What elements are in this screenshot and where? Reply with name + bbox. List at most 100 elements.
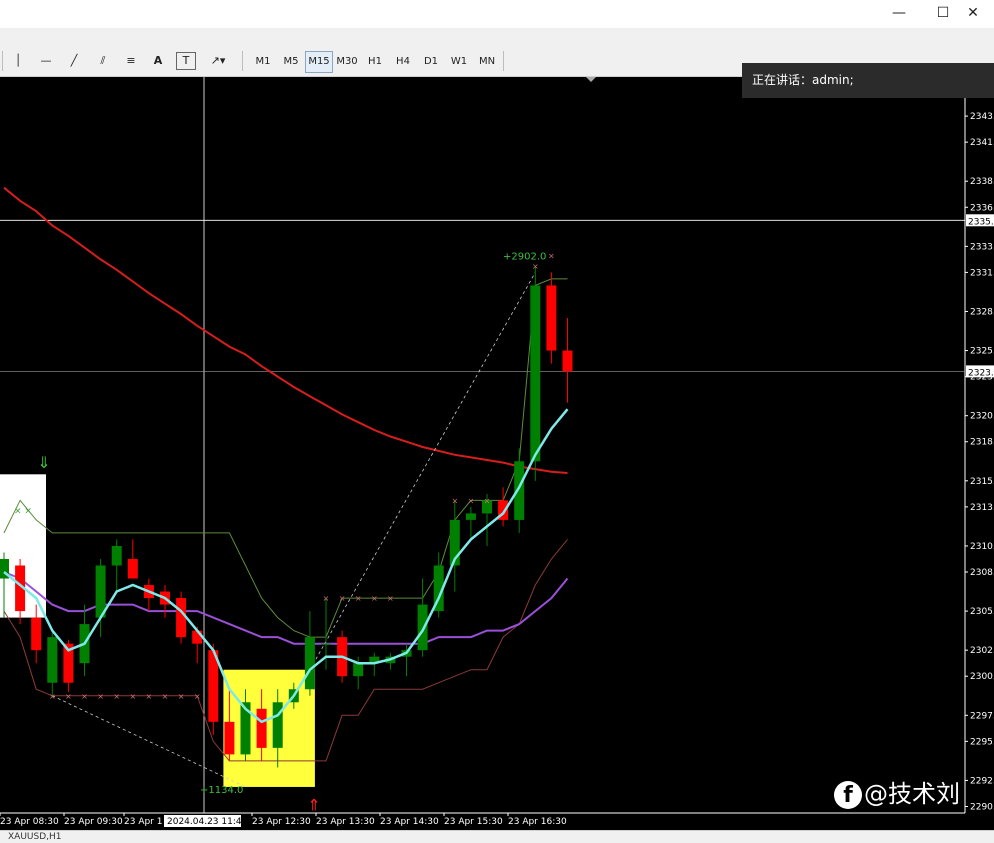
price-tick-label: 2313.	[970, 503, 994, 513]
price-tick-label: 2343.	[970, 112, 994, 122]
candle-body	[256, 708, 267, 748]
stop-marker: ×	[162, 692, 169, 701]
highlight-box	[223, 669, 315, 787]
timeframe-m5[interactable]: M5	[277, 51, 305, 73]
stop-marker: ×	[81, 692, 88, 701]
candle-body	[127, 558, 138, 579]
price-tick-label: 2320.	[970, 412, 994, 422]
candle-body	[31, 617, 42, 651]
speaking-popup: 正在讲话：admin;	[742, 63, 994, 98]
price-tick-label: 2290.	[970, 802, 994, 812]
profit-label: +2902.0	[503, 251, 546, 262]
toolbar-separator	[2, 51, 3, 71]
entry-marker: × ×	[14, 506, 32, 516]
band-upper-line	[3, 278, 568, 638]
facebook-logo-icon: f	[834, 781, 862, 809]
time-tick-label: 23 Apr 15:30	[444, 817, 503, 827]
price-tick-label: 2338.	[970, 177, 994, 187]
stop-marker: ×	[339, 594, 346, 603]
chart-tab-label[interactable]: XAUUSD,H1	[8, 831, 62, 843]
price-tick-label: 2305.	[970, 607, 994, 617]
time-tick-label: 23 Apr 08:30	[0, 817, 59, 827]
time-tick-label: 23 Apr 14:30	[380, 817, 439, 827]
vertical-line-icon[interactable]: │	[10, 50, 26, 72]
stop-marker: ×	[146, 692, 153, 701]
time-tick-label: 23 Apr 12:30	[252, 817, 311, 827]
buy-arrow-icon: ⇑	[307, 795, 320, 814]
candle-body	[192, 630, 203, 644]
chart-canvas[interactable]: × × × × × × × × × × × × × × × × × × × × × × ⇓ ⇑ +2902.0 +1134.0 2…	[0, 77, 994, 830]
timeframe-h4[interactable]: H4	[389, 51, 417, 73]
watermark-text: @技术刘	[864, 780, 960, 808]
price-tick-label: 2297.	[970, 711, 994, 721]
stop-marker: ×	[532, 262, 539, 271]
price-tick-label: 2318.	[970, 438, 994, 448]
chart-shift-marker-icon	[586, 77, 596, 82]
trendline-icon[interactable]: ╱	[64, 50, 84, 72]
stop-marker: ×	[371, 594, 378, 603]
stop-marker: ×	[355, 594, 362, 603]
timeframe-d1[interactable]: D1	[417, 51, 445, 73]
timeframe-h1[interactable]: H1	[361, 51, 389, 73]
stop-marker: ×	[129, 692, 136, 701]
slow-ma-line	[3, 186, 568, 474]
minimize-icon[interactable]: —	[876, 0, 922, 28]
candle-body	[321, 643, 331, 645]
profit-label: +1134.0	[200, 785, 243, 796]
stop-marker: ×	[387, 594, 394, 603]
time-tick-label: 23 Apr 1	[124, 817, 162, 827]
price-tick-label: 2336.	[970, 203, 994, 213]
candle-body	[176, 598, 187, 638]
timeframe-m15[interactable]: M15	[305, 51, 333, 73]
equidistant-channel-icon[interactable]: ⫽	[92, 50, 114, 72]
speaking-label: 正在讲话：	[752, 73, 813, 87]
candle-body	[562, 350, 573, 372]
stop-marker: ×	[97, 692, 104, 701]
price-tick-label: 2308.	[970, 568, 994, 578]
current-price-label: 2323.	[968, 368, 994, 378]
stop-marker: ×	[451, 496, 458, 505]
text-label-icon[interactable]: T	[176, 52, 196, 70]
price-tick-label: 2341.	[970, 138, 994, 148]
timeframe-m30[interactable]: M30	[333, 51, 361, 73]
watermark: f @技术刘	[834, 774, 960, 809]
timeframe-mn[interactable]: MN	[473, 51, 501, 73]
time-tick-label: 23 Apr 16:30	[508, 817, 567, 827]
stop-marker: ×	[49, 692, 56, 701]
price-tick-label: 2300.	[970, 672, 994, 682]
stop-marker: ×	[178, 692, 185, 701]
stop-marker: ×	[323, 594, 330, 603]
fibonacci-icon[interactable]: ≡	[120, 50, 142, 72]
candle-body	[111, 545, 122, 566]
timeframe-w1[interactable]: W1	[445, 51, 473, 73]
price-chart[interactable]: × × × × × × × × × × × × × × × × × × × × × × ⇓ ⇑ +2902.0 +1134.0 2…	[0, 77, 994, 830]
price-tick-label: 2295.	[970, 737, 994, 747]
close-icon[interactable]: ✕	[950, 0, 994, 28]
time-tick-label: 23 Apr 13:30	[316, 817, 375, 827]
candle-body	[546, 285, 557, 351]
candle-body	[530, 285, 541, 462]
price-tick-label: 2325.	[970, 347, 994, 357]
window-titlebar: — ☐ ✕	[0, 0, 994, 28]
timeframe-m1[interactable]: M1	[249, 51, 277, 73]
candle-body	[304, 637, 315, 690]
toolbar-separator	[242, 51, 243, 71]
crosshair-price-label: 2335.	[968, 217, 994, 227]
crosshair-time-label: 2024.04.23 11:45	[167, 817, 247, 827]
stop-marker: ×	[548, 251, 555, 260]
stop-marker: ×	[468, 496, 475, 505]
text-tool-icon[interactable]: A	[150, 50, 166, 72]
stop-marker: ×	[65, 692, 72, 701]
sell-arrow-icon: ⇓	[37, 453, 50, 472]
price-tick-label: 2310.	[970, 542, 994, 552]
price-tick-label: 2333.	[970, 242, 994, 252]
arrows-dropdown-icon[interactable]: ↗▾	[204, 50, 232, 72]
price-tick-label: 2302.	[970, 646, 994, 656]
horizontal-line-icon[interactable]: —	[36, 50, 56, 72]
candle-body	[224, 721, 235, 755]
speaking-name: admin;	[812, 73, 854, 87]
stop-marker: ×	[194, 692, 201, 701]
price-tick-label: 2328.	[970, 307, 994, 317]
price-tick-label: 2315.	[970, 477, 994, 487]
stop-marker: ×	[484, 496, 491, 505]
